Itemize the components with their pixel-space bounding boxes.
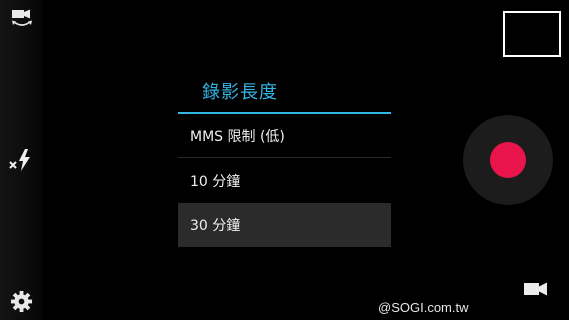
menu-item-label: MMS 限制 (低): [190, 129, 285, 145]
watermark: @SOGI.com.tw: [378, 300, 469, 315]
menu-item-10-minutes[interactable]: 10 分鐘: [178, 159, 391, 203]
switch-camera-icon[interactable]: [11, 9, 33, 29]
record-dot: [490, 142, 526, 178]
flash-off-icon[interactable]: [8, 148, 34, 172]
menu-item-30-minutes[interactable]: 30 分鐘: [178, 203, 391, 247]
record-button[interactable]: [463, 115, 553, 205]
menu-item-label: 30 分鐘: [190, 218, 241, 234]
thumbnail-preview[interactable]: [503, 11, 561, 57]
menu-item-mms-limit[interactable]: MMS 限制 (低): [178, 114, 391, 158]
menu-item-label: 10 分鐘: [190, 174, 241, 190]
left-toolbar: [0, 0, 43, 320]
video-mode-icon[interactable]: [524, 281, 548, 297]
settings-gear-icon[interactable]: [10, 290, 33, 313]
video-length-menu: 錄影長度 MMS 限制 (低) 10 分鐘 30 分鐘: [178, 68, 391, 249]
menu-title: 錄影長度: [178, 68, 391, 114]
menu-title-text: 錄影長度: [202, 82, 278, 103]
